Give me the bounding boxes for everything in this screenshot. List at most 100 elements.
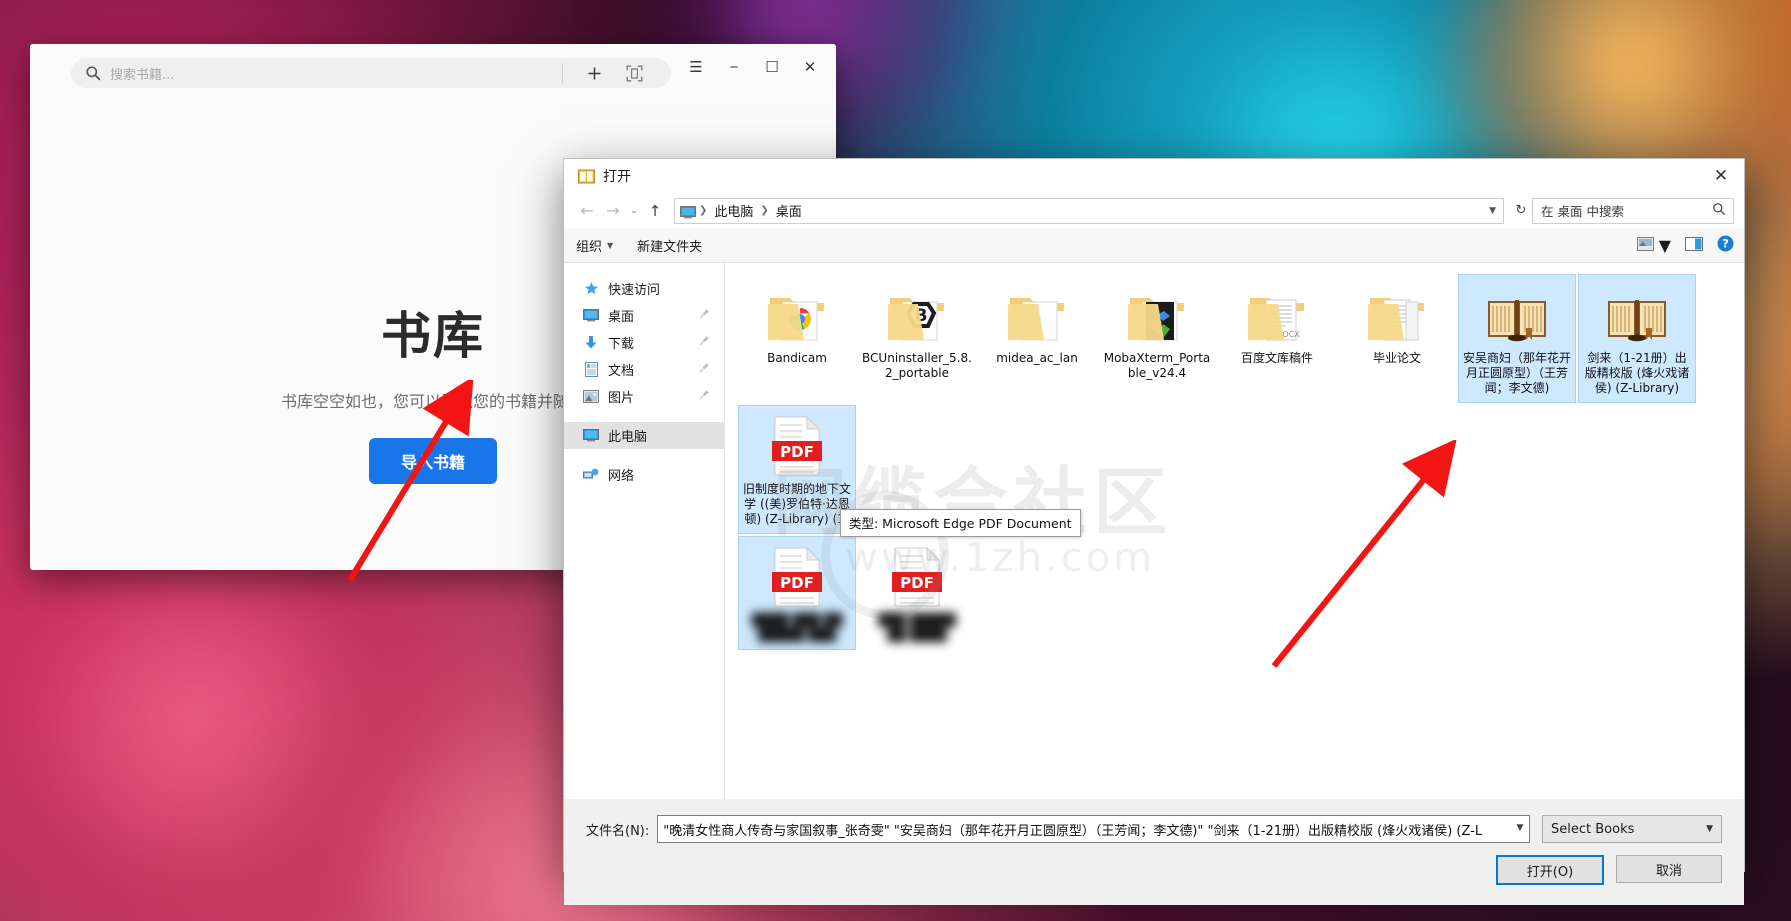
back-button[interactable]: ←: [574, 198, 600, 224]
filetype-select[interactable]: Select Books ▼: [1542, 815, 1722, 843]
open-button[interactable]: 打开(O): [1496, 855, 1604, 885]
documents-icon: [582, 362, 600, 378]
file-item-mobaxterm[interactable]: MobaXterm_Portable_v24.4: [1099, 275, 1215, 402]
dialog-toolbar: 组织 ▼ 新建文件夹 ▼ ?: [564, 228, 1744, 263]
file-name: MobaXterm_Portable_v24.4: [1103, 351, 1211, 380]
new-folder-button[interactable]: 新建文件夹: [625, 236, 714, 255]
pin-icon[interactable]: [699, 335, 710, 350]
chevron-down-icon[interactable]: ▼: [1511, 816, 1529, 840]
svg-text:?: ?: [1722, 236, 1729, 250]
sidebar-item-documents[interactable]: 文档: [564, 356, 724, 383]
pin-icon[interactable]: [699, 308, 710, 323]
sidebar-item-desktop[interactable]: 桌面: [564, 302, 724, 329]
sidebar-item-label: 图片: [608, 391, 635, 406]
maximize-icon[interactable]: ☐: [764, 60, 780, 75]
sidebar-item-quick-access[interactable]: 快速访问: [564, 275, 724, 302]
file-name: 剑来（1-21册）出版精校版 (烽火戏诸侯) (Z-Library): [1584, 351, 1690, 395]
recent-locations-icon[interactable]: ⌄: [626, 198, 642, 224]
close-icon[interactable]: ✕: [1698, 159, 1744, 193]
file-item-jianlai[interactable]: 剑来（1-21册）出版精校版 (烽火戏诸侯) (Z-Library): [1578, 274, 1696, 403]
file-name: 百度文库稿件: [1240, 351, 1313, 365]
toolbar-divider: [562, 63, 563, 83]
filename-row: 文件名(N): "晚清女性商人传奇与家国叙事_张奇雯" "安吴商妇（那年花开月正…: [564, 815, 1744, 843]
dialog-footer: 文件名(N): "晚清女性商人传奇与家国叙事_张奇雯" "安吴商妇（那年花开月正…: [564, 799, 1744, 905]
book-icon: [1462, 280, 1572, 346]
filename-value: "晚清女性商人传奇与家国叙事_张奇雯" "安吴商妇（那年花开月正圆原型）（王芳闻…: [663, 823, 1483, 839]
dialog-title-bar: 打开 ✕: [564, 159, 1744, 193]
view-layout-button[interactable]: ▼: [1636, 235, 1671, 255]
svg-text:PDF: PDF: [780, 443, 814, 461]
pictures-icon: [582, 389, 600, 405]
add-book-button[interactable]: [579, 58, 609, 88]
sidebar-item-network[interactable]: 网络: [564, 461, 724, 488]
dialog-main: 快速访问 桌面 下载 文档 图片 此电脑 网络 网缆合社区 www.1zh.co…: [564, 263, 1744, 799]
download-icon: [582, 335, 600, 351]
file-grid: Bandicam B BCUninstaller_5.8.2_portable: [725, 263, 1744, 653]
file-list-panel[interactable]: 网缆合社区 www.1zh.com Bandicam B BCUninstall…: [725, 263, 1744, 799]
preview-pane-icon: [1685, 236, 1703, 255]
file-item-midea-ac-lan[interactable]: midea_ac_lan: [979, 275, 1095, 402]
file-name: 安吴商妇（那年花开月正圆原型）（王芳闻；李文德): [1462, 351, 1571, 395]
breadcrumb-separator: ❯: [699, 205, 708, 216]
sidebar-item-label: 网络: [608, 469, 635, 484]
folder-docx-icon: DOCX: [1222, 280, 1332, 346]
sidebar-item-downloads[interactable]: 下载: [564, 329, 724, 356]
navigation-sidebar: 快速访问 桌面 下载 文档 图片 此电脑 网络: [564, 263, 725, 799]
pin-icon[interactable]: [699, 362, 710, 377]
pdf-icon: PDF: [742, 542, 852, 608]
breadcrumb-item-desktop[interactable]: 桌面: [772, 201, 806, 220]
help-button[interactable]: ?: [1717, 235, 1734, 256]
chevron-down-icon: ▼: [1658, 235, 1671, 255]
file-item-anwu-shangfu[interactable]: 安吴商妇（那年花开月正圆原型）（王芳闻；李文德): [1458, 274, 1576, 403]
book-icon: [1582, 280, 1692, 346]
file-item-thesis[interactable]: 毕业论文: [1339, 275, 1455, 402]
file-item-baidu-docs[interactable]: DOCX 百度文库稿件: [1219, 275, 1335, 402]
this-pc-icon: [680, 204, 696, 219]
preview-pane-button[interactable]: [1685, 236, 1703, 255]
breadcrumb-item-this-pc[interactable]: 此电脑: [710, 201, 757, 220]
file-item-bandicam[interactable]: Bandicam: [739, 275, 855, 402]
file-item-bcuninstaller[interactable]: B BCUninstaller_5.8.2_portable: [859, 275, 975, 402]
open-file-dialog: 打开 ✕ ← → ⌄ ↑ ❯ 此电脑 ❯ 桌面 ▼ ↻ 在 桌面 中搜索 组织 …: [563, 158, 1745, 905]
sidebar-item-pictures[interactable]: 图片: [564, 383, 724, 410]
forward-button[interactable]: →: [600, 198, 626, 224]
breadcrumb-separator: ❯: [760, 205, 769, 216]
cancel-button[interactable]: 取消: [1616, 855, 1722, 883]
scan-icon[interactable]: [619, 58, 649, 88]
search-input[interactable]: 在 桌面 中搜索: [1532, 197, 1734, 224]
import-books-button[interactable]: 导入书籍: [368, 438, 497, 484]
book-search-input[interactable]: 搜索书籍...: [71, 58, 671, 88]
window-controls: ☰ − ☐ ✕: [688, 60, 818, 75]
search-placeholder-text: 在 桌面 中搜索: [1541, 204, 1624, 219]
dialog-title: 打开: [603, 169, 631, 185]
sidebar-item-label: 桌面: [608, 310, 635, 325]
file-name: Bandicam: [767, 351, 827, 365]
chevron-down-icon: ▼: [1706, 824, 1713, 834]
file-item-pdf-blurred-2[interactable]: PDF ███ █████ ██ ████: [859, 537, 975, 649]
pin-icon[interactable]: [699, 389, 710, 404]
filename-input[interactable]: "晚清女性商人传奇与家国叙事_张奇雯" "安吴商妇（那年花开月正圆原型）（王芳闻…: [657, 815, 1530, 843]
file-item-jiuzhidu-pdf[interactable]: PDF 旧制度时期的地下文学 ((美)罗伯特·达恩顿) (Z-Library) …: [738, 405, 856, 534]
chevron-down-icon[interactable]: ▼: [1489, 206, 1496, 216]
help-icon: ?: [1717, 235, 1734, 256]
up-button[interactable]: ↑: [642, 198, 668, 224]
svg-text:PDF: PDF: [900, 574, 934, 592]
file-name: BCUninstaller_5.8.2_portable: [862, 351, 972, 380]
file-item-pdf-blurred-1[interactable]: PDF ████ ███ ██ █████ ███: [738, 536, 856, 650]
svg-text:PDF: PDF: [780, 574, 814, 592]
organize-button[interactable]: 组织 ▼: [564, 236, 625, 255]
breadcrumb[interactable]: ❯ 此电脑 ❯ 桌面 ▼: [674, 197, 1504, 224]
network-icon: [582, 467, 600, 483]
sidebar-item-label: 此电脑: [608, 430, 648, 445]
minimize-icon[interactable]: −: [726, 60, 742, 75]
refresh-icon[interactable]: ↻: [1510, 199, 1532, 223]
close-icon[interactable]: ✕: [802, 60, 818, 75]
reader-header: 搜索书籍... ☰ − ☐ ✕: [30, 44, 836, 98]
filename-label: 文件名(N):: [586, 823, 650, 839]
file-tooltip: 类型: Microsoft Edge PDF Document: [840, 509, 1081, 537]
search-icon: [1712, 201, 1726, 220]
folder-chrome-icon: [742, 280, 852, 346]
hamburger-menu-icon[interactable]: ☰: [688, 60, 704, 75]
search-placeholder-text: 搜索书籍...: [110, 67, 175, 83]
sidebar-item-this-pc[interactable]: 此电脑: [564, 422, 724, 449]
